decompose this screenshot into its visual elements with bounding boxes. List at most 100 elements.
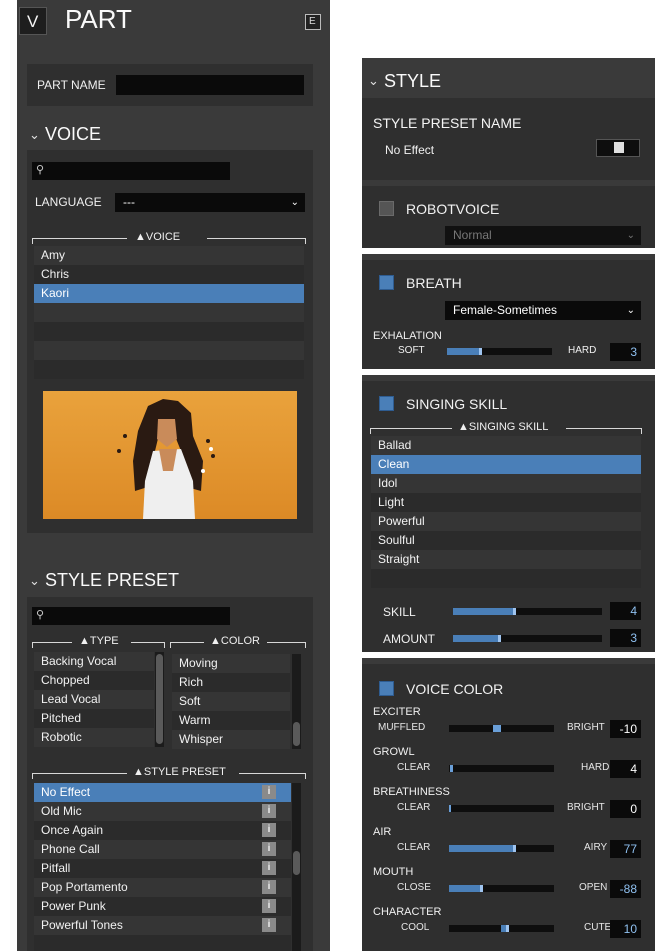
preset-item[interactable]: Powerful Tones <box>34 916 291 935</box>
singing-skill-checkbox[interactable] <box>379 396 394 411</box>
voice-chevron-icon[interactable]: ⌄ <box>29 127 40 143</box>
style-preset-name-value: No Effect <box>385 143 435 157</box>
info-icon[interactable]: i <box>262 804 276 818</box>
robotvoice-checkbox[interactable] <box>379 201 394 216</box>
mouth-value[interactable]: -88 <box>610 880 641 898</box>
breath-checkbox[interactable] <box>379 275 394 290</box>
skill-item-clean[interactable]: Clean <box>371 455 641 474</box>
amount-value[interactable]: 3 <box>610 629 641 647</box>
preset-item-no-effect[interactable]: No Effect <box>34 783 291 802</box>
type-item[interactable]: Pitched <box>34 709 154 728</box>
frame-line <box>239 773 305 774</box>
info-icon[interactable]: i <box>262 823 276 837</box>
preset-item[interactable]: Old Mic <box>34 802 291 821</box>
air-slider[interactable] <box>449 845 554 852</box>
preset-list-header[interactable]: ▲STYLE PRESET <box>133 766 226 778</box>
save-preset-button[interactable] <box>596 139 640 157</box>
voice-item-kaori[interactable]: Kaori <box>34 284 304 303</box>
mouth-slider[interactable] <box>449 885 554 892</box>
color-scrollbar[interactable] <box>292 654 301 749</box>
frame-line <box>207 238 305 239</box>
voice-item-amy[interactable]: Amy <box>34 246 304 265</box>
edit-button[interactable]: E <box>305 14 321 30</box>
preset-item[interactable]: Pitfall <box>34 859 291 878</box>
skill-item[interactable]: Ballad <box>371 436 641 455</box>
color-item[interactable]: Moving <box>172 654 290 673</box>
frame-line <box>566 428 641 429</box>
frame-line <box>32 773 127 774</box>
info-icon[interactable]: i <box>262 918 276 932</box>
air-value[interactable]: 77 <box>610 840 641 858</box>
singing-skill-box: SINGING SKILL ▲SINGING SKILL Ballad Clea… <box>362 375 655 652</box>
color-item[interactable]: Warm <box>172 711 290 730</box>
voice-color-box: VOICE COLOR EXCITER MUFFLED BRIGHT -10 G… <box>362 658 655 951</box>
exhalation-slider[interactable] <box>447 348 552 355</box>
preset-item[interactable]: Pop Portamento <box>34 878 291 897</box>
breathiness-slider[interactable] <box>449 805 554 812</box>
info-icon[interactable]: i <box>262 861 276 875</box>
skill-item[interactable]: Soulful <box>371 531 641 550</box>
amount-slider[interactable] <box>453 635 602 642</box>
slider-knob[interactable] <box>506 925 509 932</box>
style-preset-chevron-icon[interactable]: ⌄ <box>29 573 40 589</box>
collapse-toggle-button[interactable]: V <box>19 7 47 35</box>
slider-knob[interactable] <box>513 608 516 615</box>
scroll-thumb[interactable] <box>293 851 300 875</box>
info-icon[interactable]: i <box>262 785 276 799</box>
growl-slider[interactable] <box>449 765 554 772</box>
type-scrollbar[interactable] <box>155 652 164 747</box>
color-item[interactable]: Soft <box>172 692 290 711</box>
voice-list-header[interactable]: ▲VOICE <box>135 231 180 243</box>
color-item[interactable]: Whisper <box>172 730 290 749</box>
slider-knob[interactable] <box>493 725 501 732</box>
part-name-field[interactable] <box>116 75 304 95</box>
exhalation-value[interactable]: 3 <box>610 343 641 361</box>
exciter-value[interactable]: -10 <box>610 720 641 738</box>
slider-knob[interactable] <box>450 765 453 772</box>
preset-scrollbar[interactable] <box>292 783 301 951</box>
info-icon[interactable]: i <box>262 880 276 894</box>
style-preset-search-input[interactable]: ⚲ <box>32 607 230 625</box>
voice-item-chris[interactable]: Chris <box>34 265 304 284</box>
slider-knob[interactable] <box>498 635 501 642</box>
type-list-header[interactable]: ▲TYPE <box>79 635 119 647</box>
slider-knob[interactable] <box>479 348 482 355</box>
character-value[interactable]: 10 <box>610 920 641 938</box>
info-icon[interactable]: i <box>262 842 276 856</box>
skill-item[interactable]: Light <box>371 493 641 512</box>
robotvoice-mode-dropdown[interactable]: Normal ⌄ <box>445 226 641 245</box>
preset-item[interactable]: Phone Call <box>34 840 291 859</box>
language-dropdown[interactable]: --- ⌄ <box>115 193 305 212</box>
style-chevron-icon[interactable]: ⌄ <box>368 73 379 89</box>
type-item[interactable]: Robotic <box>34 728 154 747</box>
preset-item[interactable]: Once Again <box>34 821 291 840</box>
slider-knob[interactable] <box>513 845 516 852</box>
type-item[interactable]: Backing Vocal <box>34 652 154 671</box>
breath-mode-dropdown[interactable]: Female-Sometimes ⌄ <box>445 301 641 320</box>
skill-slider[interactable] <box>453 608 602 615</box>
preset-item[interactable]: Power Punk <box>34 897 291 916</box>
character-slider[interactable] <box>449 925 554 932</box>
type-item[interactable]: Lead Vocal <box>34 690 154 709</box>
skill-value[interactable]: 4 <box>610 602 641 620</box>
color-list-header[interactable]: ▲COLOR <box>210 635 260 647</box>
voice-color-checkbox[interactable] <box>379 681 394 696</box>
voice-search-input[interactable]: ⚲ <box>32 162 230 180</box>
scroll-thumb[interactable] <box>156 654 163 744</box>
param-min-label: MUFFLED <box>378 722 426 733</box>
skill-item[interactable]: Idol <box>371 474 641 493</box>
info-icon[interactable]: i <box>262 899 276 913</box>
param-min-label: COOL <box>401 922 430 933</box>
type-item[interactable]: Chopped <box>34 671 154 690</box>
breathiness-value[interactable]: 0 <box>610 800 641 818</box>
growl-value[interactable]: 4 <box>610 760 641 778</box>
color-item[interactable]: Rich <box>172 673 290 692</box>
frame-tick <box>305 238 306 244</box>
slider-knob[interactable] <box>480 885 483 892</box>
slider-knob[interactable] <box>449 805 451 812</box>
exciter-slider[interactable] <box>449 725 554 732</box>
skill-item[interactable]: Powerful <box>371 512 641 531</box>
skill-item[interactable]: Straight <box>371 550 641 569</box>
scroll-thumb[interactable] <box>293 722 300 746</box>
singing-skill-list-header[interactable]: ▲SINGING SKILL <box>458 421 548 433</box>
